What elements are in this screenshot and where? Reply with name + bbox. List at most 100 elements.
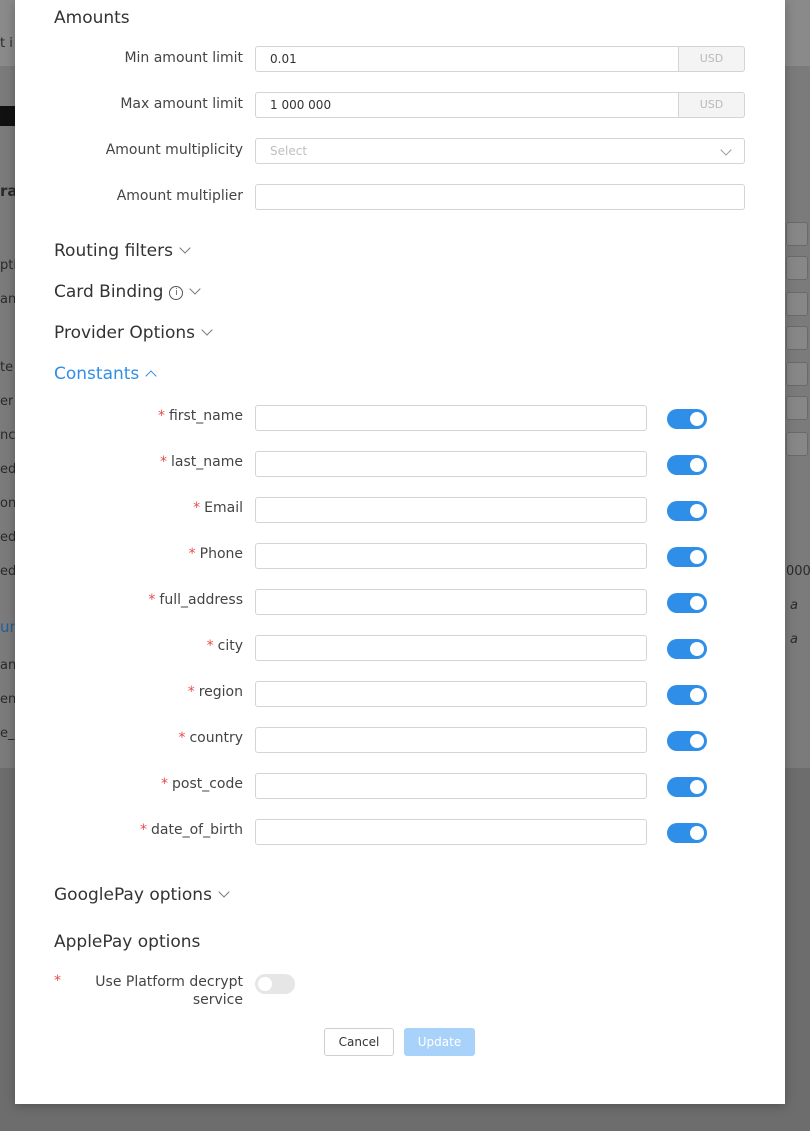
constant-label-email: * Email — [15, 500, 243, 516]
background-text: an — [0, 658, 17, 673]
constant-label-city: * city — [15, 638, 243, 654]
max-amount-input[interactable]: 1 000 000 — [255, 92, 679, 118]
amounts-heading: Amounts — [54, 8, 130, 28]
constant-toggle-region[interactable] — [667, 685, 707, 705]
constant-label-region: * region — [15, 684, 243, 700]
constant-input-date-of-birth[interactable] — [255, 819, 647, 845]
required-marker: * — [157, 408, 165, 424]
constant-input-email[interactable] — [255, 497, 647, 523]
required-marker: * — [178, 730, 186, 746]
constant-label-last-name: * last_name — [15, 454, 243, 470]
constant-label-text: full_address — [159, 592, 243, 608]
amount-multiplicity-label: Amount multiplicity — [105, 142, 243, 158]
chevron-down-icon — [720, 144, 732, 156]
chevron-down-icon — [218, 886, 230, 898]
constant-label-text: last_name — [171, 454, 243, 470]
background-field — [786, 396, 808, 420]
background-text: t i — [0, 36, 13, 51]
constant-label-post-code: * post_code — [15, 776, 243, 792]
constant-label-first-name: * first_name — [15, 408, 243, 424]
background-text: 000.0 — [786, 564, 810, 579]
chevron-down-icon — [201, 324, 213, 336]
constant-label-text: post_code — [172, 776, 243, 792]
cancel-button[interactable]: Cancel — [324, 1028, 394, 1056]
constants-toggle[interactable]: Constants — [54, 364, 157, 384]
background-text: a — [790, 598, 798, 613]
background-text: a — [790, 632, 798, 647]
constant-label-full-address: * full_address — [15, 592, 243, 608]
platform-decrypt-label-line1: Use Platform decrypt — [95, 974, 243, 990]
constant-label-text: country — [189, 730, 243, 746]
constant-toggle-first-name[interactable] — [667, 409, 707, 429]
provider-options-toggle[interactable]: Provider Options — [54, 323, 213, 343]
background-text: on — [0, 496, 17, 511]
constant-input-country[interactable] — [255, 727, 647, 753]
constants-heading: Constants — [54, 364, 140, 384]
constant-label-text: city — [217, 638, 243, 654]
amount-multiplier-input[interactable] — [255, 184, 745, 210]
constant-toggle-city[interactable] — [667, 639, 707, 659]
card-binding-toggle[interactable]: Card Binding i — [54, 282, 202, 302]
card-binding-heading: Card Binding — [54, 282, 164, 302]
background-field — [786, 432, 808, 456]
min-amount-label: Min amount limit — [124, 50, 243, 66]
background-text: an — [0, 292, 17, 307]
constant-toggle-phone[interactable] — [667, 547, 707, 567]
background-text: ed — [0, 462, 17, 477]
background-field — [786, 326, 808, 350]
chevron-down-icon — [189, 283, 202, 295]
googlepay-options-toggle[interactable]: GooglePay options — [54, 885, 230, 905]
required-marker: * — [188, 546, 196, 562]
constant-label-text: Email — [204, 500, 243, 516]
constant-toggle-full-address[interactable] — [667, 593, 707, 613]
background-logo — [0, 106, 15, 126]
min-amount-currency: USD — [678, 46, 745, 72]
required-marker: * — [161, 776, 168, 792]
platform-decrypt-toggle[interactable] — [255, 974, 295, 994]
required-marker: * — [140, 822, 148, 838]
required-marker: * — [206, 638, 214, 654]
amount-multiplicity-select[interactable]: Select — [255, 138, 745, 164]
amount-multiplier-label: Amount multiplier — [116, 188, 243, 204]
info-icon[interactable]: i — [169, 286, 184, 300]
constant-input-first-name[interactable] — [255, 405, 647, 431]
background-text: te — [0, 360, 14, 375]
constant-label-text: Phone — [199, 546, 243, 562]
constant-input-city[interactable] — [255, 635, 647, 661]
constant-label-date-of-birth: * date_of_birth — [15, 822, 243, 838]
background-text: ed — [0, 530, 17, 545]
constant-toggle-email[interactable] — [667, 501, 707, 521]
required-marker: * — [193, 500, 201, 516]
constant-label-text: date_of_birth — [151, 822, 243, 838]
edit-modal: Amounts Min amount limit 0.01 USD Max am… — [15, 0, 785, 1104]
amount-multiplicity-placeholder: Select — [270, 144, 308, 158]
googlepay-options-heading: GooglePay options — [54, 885, 212, 905]
max-amount-label: Max amount limit — [120, 96, 243, 112]
constant-label-country: * country — [15, 730, 243, 746]
required-marker: * — [187, 684, 195, 700]
constant-label-text: first_name — [168, 408, 243, 424]
constant-toggle-date-of-birth[interactable] — [667, 823, 707, 843]
max-amount-currency: USD — [678, 92, 745, 118]
min-amount-input[interactable]: 0.01 — [255, 46, 679, 72]
constant-input-post-code[interactable] — [255, 773, 647, 799]
constant-toggle-last-name[interactable] — [667, 455, 707, 475]
background-field — [786, 292, 808, 316]
constant-toggle-country[interactable] — [667, 731, 707, 751]
provider-options-heading: Provider Options — [54, 323, 195, 343]
constant-toggle-post-code[interactable] — [667, 777, 707, 797]
routing-filters-toggle[interactable]: Routing filters — [54, 241, 191, 261]
constant-label-phone: * Phone — [15, 546, 243, 562]
background-field — [786, 256, 808, 280]
constant-input-region[interactable] — [255, 681, 647, 707]
update-button[interactable]: Update — [404, 1028, 475, 1056]
constant-label-text: region — [198, 684, 243, 700]
background-field — [786, 362, 808, 386]
chevron-up-icon — [145, 370, 157, 382]
constant-input-phone[interactable] — [255, 543, 647, 569]
routing-filters-heading: Routing filters — [54, 241, 173, 261]
constant-input-last-name[interactable] — [255, 451, 647, 477]
background-text: ed — [0, 564, 17, 579]
background-text: er — [0, 394, 14, 409]
constant-input-full-address[interactable] — [255, 589, 647, 615]
